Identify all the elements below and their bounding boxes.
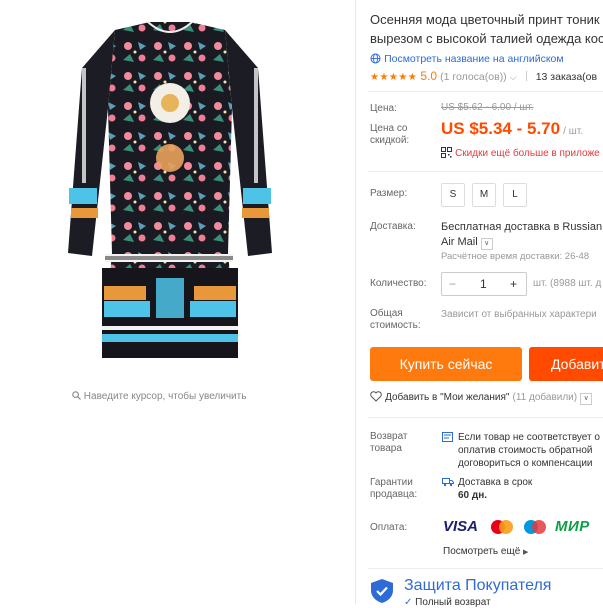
globe-icon [370, 53, 381, 67]
divider [368, 91, 603, 92]
app-promo[interactable]: Скидки ещё больше в приложе [441, 147, 600, 161]
size-option-l[interactable]: L [503, 183, 527, 207]
shipping-label: Доставка: [370, 221, 416, 232]
chevron-down-icon[interactable]: ⌵ [510, 72, 517, 82]
total-label: Общая стоимость: [370, 308, 421, 331]
title-line-1: Осенняя мода цветочный принт тоник [370, 12, 600, 27]
add-to-cart-button[interactable]: Добавит [529, 347, 603, 381]
return-icon [442, 432, 453, 445]
votes-link[interactable]: (1 голоса(ов)) [440, 71, 507, 83]
buyer-protection-title: Защита Покупателя [404, 577, 552, 594]
current-price: US $5.34 - 5.70 / шт. [441, 119, 583, 139]
size-option-m[interactable]: M [472, 183, 496, 207]
quantity-stepper[interactable]: − 1 + [441, 272, 527, 296]
buy-now-button[interactable]: Купить сейчас [370, 347, 522, 381]
divider [368, 417, 603, 418]
wishlist-text[interactable]: Добавить в "Мои желания" [385, 392, 509, 403]
mir-icon: МИР [555, 518, 590, 535]
return-line-2: оплатив стоимость обратной [458, 445, 593, 456]
payment-more-text[interactable]: Посмотреть ещё [443, 546, 520, 557]
column-divider [355, 0, 356, 604]
guarantee-line-1: Доставка в срок [458, 477, 533, 488]
divider [368, 171, 603, 172]
translate-link[interactable]: Посмотреть название на английском [370, 53, 564, 67]
translate-link-text[interactable]: Посмотреть название на английском [384, 53, 564, 65]
dress-image [68, 21, 272, 358]
title-line-2: вырезом с высокой талией одежда кост [370, 31, 603, 46]
seller-guarantee: Доставка в срок 60 дн. [442, 476, 532, 502]
guarantee-line-2: 60 дн. [458, 490, 488, 501]
wishlist-row[interactable]: Добавить в "Мои желания" (11 добавили) ∨ [370, 391, 593, 405]
quantity-label: Количество: [370, 278, 427, 289]
wishlist-count: (11 добавили) [512, 392, 578, 403]
zoom-hint: Наведите курсор, чтобы увеличить [72, 391, 272, 402]
shipping-line-2: Air Mail [441, 236, 478, 248]
app-promo-text[interactable]: Скидки ещё больше в приложе [455, 148, 600, 159]
rating-value: 5.0 [420, 69, 438, 83]
return-line-3: договориться о компенсации [458, 458, 593, 469]
chevron-down-icon[interactable]: ∨ [480, 238, 493, 250]
rating-stars-icon: ★★★★★ [370, 72, 418, 83]
magnifier-icon [72, 391, 81, 400]
zoom-hint-text: Наведите курсор, чтобы увеличить [83, 391, 247, 402]
shipping-line-1: Бесплатная доставка в Russian [441, 221, 603, 233]
price-label: Цена: [370, 103, 397, 114]
caret-right-icon: ▶ [523, 549, 529, 556]
shield-icon [370, 578, 394, 607]
visa-icon: VISA [443, 518, 479, 535]
separator [525, 71, 527, 81]
product-image[interactable] [60, 8, 280, 376]
qr-code-icon [441, 147, 452, 161]
buyer-protection-text: Полный возврат [415, 597, 491, 608]
heart-icon[interactable] [370, 391, 382, 405]
price-value: US $5.34 - 5.70 [441, 119, 561, 138]
size-label: Размер: [370, 188, 408, 199]
quantity-plus-button[interactable]: + [510, 273, 517, 295]
chevron-down-icon[interactable]: ∨ [580, 393, 593, 405]
truck-icon [442, 477, 454, 490]
payment-more[interactable]: Посмотреть ещё ▶ [443, 546, 528, 557]
return-policy: Если товар не соответствует о оплатив ст… [442, 431, 603, 470]
shipping-time: Расчётное время доставки: 26-48 [441, 251, 590, 262]
quantity-minus-button[interactable]: − [449, 273, 456, 295]
stock-count: шт. (8988 шт. д [533, 278, 602, 289]
quantity-input[interactable]: 1 [480, 273, 487, 295]
size-option-s[interactable]: S [441, 183, 465, 207]
mastercard-icon [488, 518, 516, 539]
total-value: Зависит от выбранных характери [441, 309, 597, 320]
orders-count: 13 заказа(ов [535, 71, 598, 83]
original-price: US $5.62 - 6.00 / шт. [441, 102, 534, 113]
return-label: Возврат товара [370, 431, 408, 454]
payment-label: Оплата: [370, 522, 408, 533]
guarantee-label: Гарантии продавца: [370, 477, 418, 500]
buyer-protection-line: ✓ Полный возврат [404, 597, 491, 608]
return-line-1: Если товар не соответствует о [458, 432, 600, 443]
product-title: Осенняя мода цветочный принт тоник вырез… [370, 10, 603, 48]
rating-row: ★★★★★ 5.0 (1 голоса(ов)) ⌵ 13 заказа(ов [370, 69, 597, 83]
check-icon: ✓ [404, 597, 413, 608]
divider [368, 568, 603, 569]
maestro-icon [521, 518, 549, 539]
price-unit: / шт. [563, 126, 583, 137]
discount-price-label: Цена со скидкой: [370, 123, 410, 146]
shipping-method: Бесплатная доставка в Russian Air Mail ∨ [441, 220, 602, 250]
